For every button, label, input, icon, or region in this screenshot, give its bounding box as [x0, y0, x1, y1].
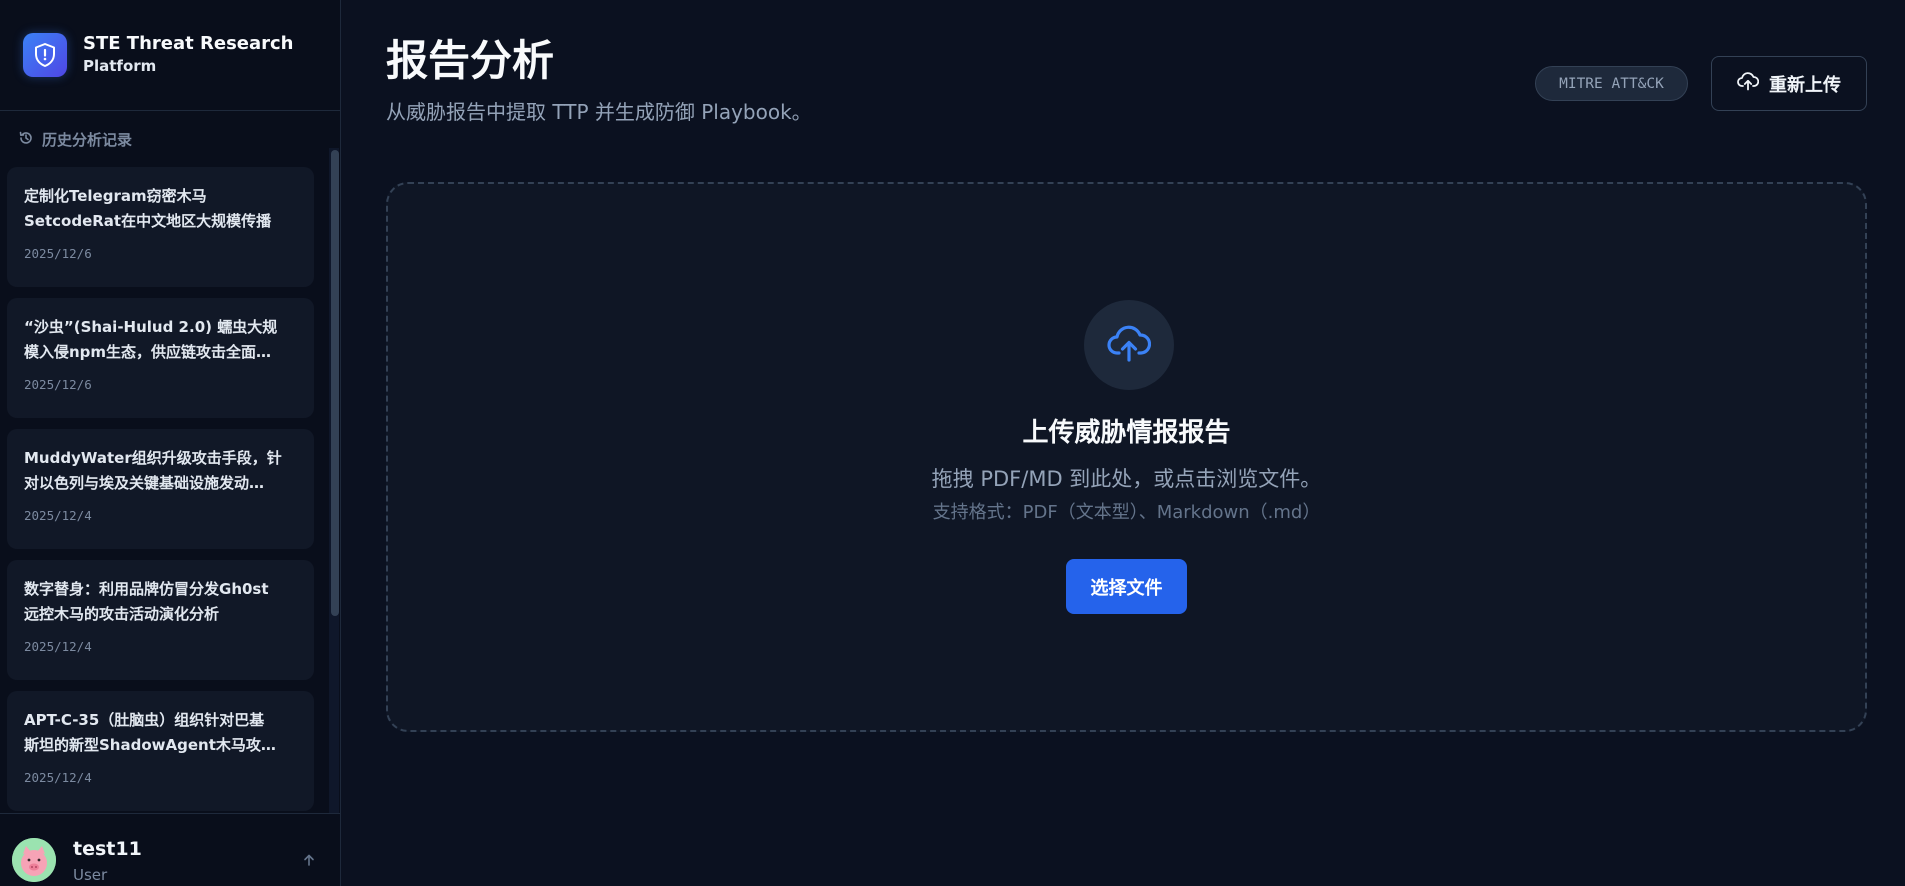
history-item-date: 2025/12/4: [24, 770, 92, 785]
reupload-button-label: 重新上传: [1769, 74, 1841, 96]
dropzone-formats: 支持格式：PDF（文本型）、Markdown（.md）: [932, 502, 1321, 523]
history-item-title: 数字替身：利用品牌仿冒分发Gh0st 远控木马的攻击活动演化分析: [24, 577, 297, 627]
history-header: 历史分析记录: [18, 129, 132, 150]
user-menu[interactable]: test11 User: [0, 813, 340, 886]
brand-header[interactable]: STE Threat Research Platform: [0, 0, 340, 111]
upload-dropzone[interactable]: 上传威胁情报报告 拖拽 PDF/MD 到此处，或点击浏览文件。 支持格式：PDF…: [386, 182, 1867, 732]
upload-icon-circle: [1084, 300, 1174, 390]
user-role: User: [73, 866, 108, 884]
dropzone-title: 上传威胁情报报告: [1022, 418, 1231, 448]
avatar: [12, 838, 56, 882]
brand-subtitle: Platform: [83, 57, 157, 75]
arrow-up-icon[interactable]: [302, 852, 316, 871]
history-icon: [18, 130, 34, 150]
history-item-title-line: 斯坦的新型ShadowAgent木马攻…: [24, 736, 276, 754]
cloud-upload-icon: [1107, 323, 1152, 367]
history-item-title-line: 远控木马的攻击活动演化分析: [24, 605, 220, 623]
cloud-upload-icon: [1737, 71, 1760, 96]
history-item[interactable]: “沙虫”(Shai-Hulud 2.0) 蠕虫大规 模入侵npm生态，供应链攻击…: [7, 298, 314, 418]
history-item[interactable]: 数字替身：利用品牌仿冒分发Gh0st 远控木马的攻击活动演化分析 2025/12…: [7, 560, 314, 680]
brand-title: STE Threat Research: [83, 33, 294, 54]
history-item-title-line: 模入侵npm生态，供应链攻击全面…: [24, 343, 272, 361]
history-item-date: 2025/12/6: [24, 377, 92, 392]
dropzone-description: 拖拽 PDF/MD 到此处，或点击浏览文件。: [931, 467, 1322, 491]
history-item-title-line: SetcodeRat在中文地区大规模传播: [24, 212, 272, 230]
history-item-date: 2025/12/6: [24, 246, 92, 261]
page-subtitle: 从威胁报告中提取 TTP 并生成防御 Playbook。: [386, 100, 812, 124]
history-item-title-line: 数字替身：利用品牌仿冒分发Gh0st: [24, 580, 269, 598]
page-title: 报告分析: [386, 36, 555, 85]
history-item-title: APT-C-35（肚脑虫）组织针对巴基 斯坦的新型ShadowAgent木马攻…: [24, 708, 297, 758]
history-item-title-line: MuddyWater组织升级攻击手段，针: [24, 449, 282, 467]
shield-icon: [23, 33, 67, 77]
choose-file-button[interactable]: 选择文件: [1066, 559, 1187, 614]
history-item-title-line: “沙虫”(Shai-Hulud 2.0) 蠕虫大规: [24, 318, 278, 336]
history-item-title: “沙虫”(Shai-Hulud 2.0) 蠕虫大规 模入侵npm生态，供应链攻击…: [24, 315, 297, 365]
history-item-date: 2025/12/4: [24, 508, 92, 523]
history-item[interactable]: APT-C-35（肚脑虫）组织针对巴基 斯坦的新型ShadowAgent木马攻……: [7, 691, 314, 811]
history-item-title-line: APT-C-35（肚脑虫）组织针对巴基: [24, 711, 265, 729]
history-item-title: 定制化Telegram窃密木马 SetcodeRat在中文地区大规模传播: [24, 184, 297, 234]
mitre-badge: MITRE ATT&CK: [1535, 66, 1688, 101]
history-item-title: MuddyWater组织升级攻击手段，针 对以色列与埃及关键基础设施发动…: [24, 446, 297, 496]
history-item-title-line: 定制化Telegram窃密木马: [24, 187, 207, 205]
user-name: test11: [73, 838, 142, 860]
history-item-title-line: 对以色列与埃及关键基础设施发动…: [24, 474, 265, 492]
history-item[interactable]: MuddyWater组织升级攻击手段，针 对以色列与埃及关键基础设施发动… 20…: [7, 429, 314, 549]
sidebar-scrollbar-thumb[interactable]: [331, 150, 339, 616]
history-label: 历史分析记录: [42, 131, 133, 149]
reupload-button[interactable]: 重新上传: [1711, 56, 1867, 111]
sidebar: STE Threat Research Platform 历史分析记录 定制化T…: [0, 0, 341, 886]
history-item-date: 2025/12/4: [24, 639, 92, 654]
history-item[interactable]: 定制化Telegram窃密木马 SetcodeRat在中文地区大规模传播 202…: [7, 167, 314, 287]
